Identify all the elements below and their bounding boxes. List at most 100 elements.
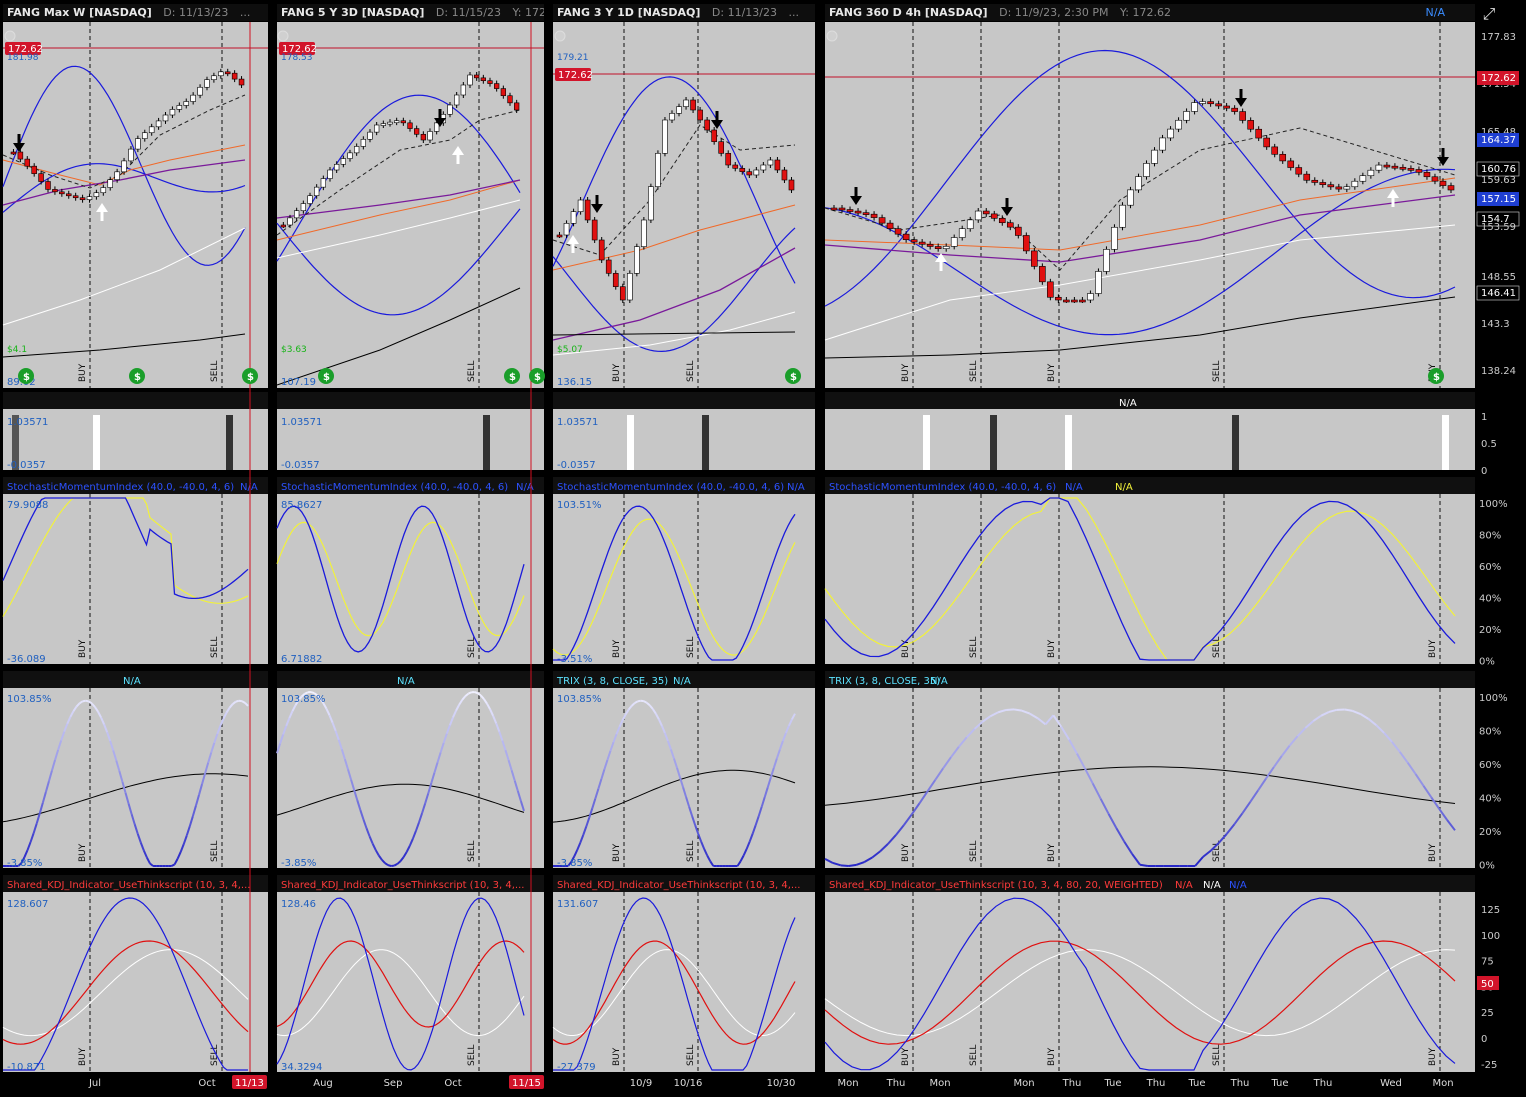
- kdj-range-top: 131.607: [557, 899, 598, 910]
- pct-scale-top: 1.03571: [281, 417, 322, 428]
- signal-label-buy: BUY: [1428, 843, 1438, 862]
- candle: [760, 164, 767, 171]
- candle: [878, 217, 886, 224]
- signal-bar: [1232, 415, 1239, 470]
- candle: [148, 126, 155, 134]
- candle: [480, 77, 486, 82]
- dividend-icon-glyph: $: [247, 372, 254, 383]
- candle: [634, 246, 640, 274]
- signal-label-buy: BUY: [1428, 1047, 1438, 1066]
- trix-range-bottom: -3.85%: [7, 858, 42, 869]
- candle: [767, 159, 774, 166]
- trix-axis-label: 100%: [1479, 693, 1508, 704]
- candle: [854, 210, 862, 214]
- x-axis-label: Mon: [929, 1078, 950, 1089]
- smi-axis-label: 40%: [1479, 594, 1501, 605]
- smi-title: StochasticMomentumIndex (40.0, -40.0, 4,…: [829, 482, 1056, 493]
- signal-label-sell: SELL: [210, 841, 220, 862]
- price-scale-label: 159.63: [1481, 175, 1516, 186]
- date-tag-label: 11/15: [512, 1078, 541, 1089]
- smi-axis-label: 0%: [1479, 657, 1495, 668]
- candle: [31, 165, 37, 174]
- candle: [1231, 107, 1238, 112]
- indicator-header-bar: [277, 392, 544, 409]
- smi-axis-label: 60%: [1479, 562, 1501, 573]
- candle: [1303, 173, 1311, 181]
- candle: [641, 219, 647, 247]
- candle: [958, 228, 966, 238]
- dividend-icon-glyph: $: [1433, 372, 1440, 383]
- charts-canvas[interactable]: StochasticMomentumIndex (40.0, -40.0, 4,…: [0, 0, 1526, 1097]
- trix-line: [1344, 708, 1353, 712]
- buy-arrow-icon: [456, 155, 460, 164]
- signal-label-buy: BUY: [78, 639, 88, 658]
- signal-label-sell: SELL: [210, 637, 220, 658]
- x-axis-label: Thu: [1313, 1078, 1333, 1089]
- candle: [427, 131, 433, 141]
- sell-arrow-icon: [1441, 148, 1445, 157]
- earnings-value: $3.63: [281, 345, 307, 355]
- candle: [774, 159, 781, 171]
- candle: [10, 151, 17, 155]
- signal-label-sell: SELL: [467, 841, 477, 862]
- trix-axis-label: 40%: [1479, 794, 1501, 805]
- candle: [725, 153, 732, 166]
- earnings-value: $5.07: [557, 345, 583, 355]
- signal-label-sell: SELL: [1212, 1045, 1222, 1066]
- signal-label-sell: SELL: [1212, 361, 1222, 382]
- signal-label-buy: BUY: [78, 843, 88, 862]
- expand-icon[interactable]: ⤢: [1478, 4, 1500, 26]
- kdj-range-bottom: -27.379: [557, 1062, 596, 1073]
- signal-label-sell: SELL: [467, 1045, 477, 1066]
- signal-label-sell: SELL: [686, 637, 696, 658]
- buy-arrow-icon: [100, 212, 104, 221]
- candle: [1103, 249, 1110, 272]
- signal-label-sell: SELL: [210, 1045, 220, 1066]
- candle: [1175, 119, 1182, 130]
- candle: [474, 74, 480, 79]
- candle: [1223, 105, 1230, 109]
- price-scale-label: 153.59: [1481, 222, 1516, 233]
- pct-scale-top: 1.03571: [7, 417, 48, 428]
- candle: [1423, 172, 1431, 178]
- candle: [314, 186, 320, 197]
- candle: [926, 243, 934, 247]
- candle: [176, 105, 183, 110]
- candle: [65, 193, 72, 197]
- candle: [1335, 186, 1343, 190]
- x-axis-label: Tue: [1103, 1078, 1121, 1089]
- signal-label-buy: BUY: [1428, 639, 1438, 658]
- buy-arrow-icon: [571, 244, 575, 253]
- price-scale-label: 138.24: [1481, 366, 1516, 377]
- candle: [1143, 163, 1150, 177]
- signal-label-sell: SELL: [210, 361, 220, 382]
- dividend-icon-glyph: $: [134, 372, 141, 383]
- trix-line: [643, 700, 648, 704]
- x-axis-label: Mon: [1432, 1078, 1453, 1089]
- smi-axis-label: 20%: [1479, 625, 1501, 636]
- candle: [1319, 182, 1327, 185]
- dividend-icon-glyph: $: [23, 372, 30, 383]
- signal-bar: [1065, 415, 1072, 470]
- candle: [570, 211, 577, 224]
- na-label: N/A: [397, 676, 415, 687]
- candle: [704, 119, 710, 131]
- candle: [1087, 293, 1094, 301]
- candle: [100, 187, 107, 194]
- trix-range-top: 103.85%: [7, 694, 52, 705]
- candle: [467, 74, 473, 86]
- na-label: N/A: [1115, 482, 1133, 493]
- pct-axis-label: 0.5: [1481, 439, 1497, 450]
- trix-range-top: 103.85%: [281, 694, 326, 705]
- candle: [1031, 250, 1038, 267]
- pct-scale-top: 1.03571: [557, 417, 598, 428]
- signal-label-sell: SELL: [969, 361, 979, 382]
- candle: [846, 209, 854, 212]
- buy-arrow-icon: [1391, 198, 1395, 207]
- candle: [950, 237, 958, 247]
- kdj-axis-label: -25: [1481, 1060, 1497, 1071]
- candle: [1255, 128, 1262, 139]
- candle: [697, 109, 703, 121]
- info-icon: [554, 30, 566, 42]
- candle: [591, 219, 598, 241]
